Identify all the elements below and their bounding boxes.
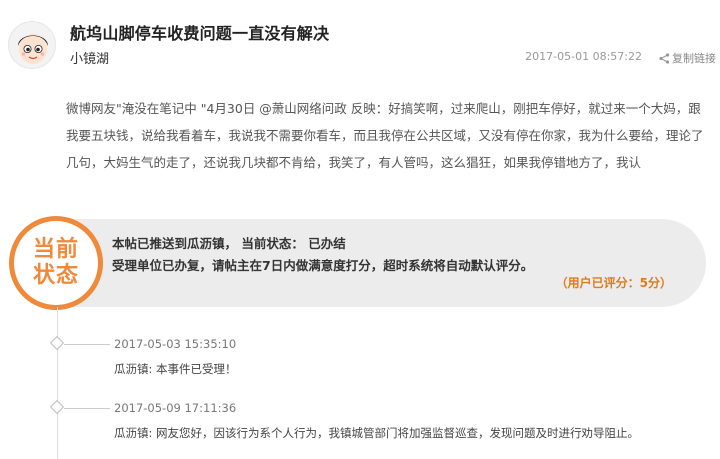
badge-label-line1: 当前 — [32, 237, 79, 262]
timeline-time: 2017-05-03 15:35:10 — [114, 337, 237, 351]
cartoon-avatar-icon — [9, 22, 55, 68]
status-reply-info: 受理单位已办复，请帖主在7日内做满意度打分，超时系统将自动默认评分。 — [112, 258, 534, 273]
user-rating: （用户已评分：5分） — [555, 276, 672, 290]
timeline-connector — [64, 408, 110, 409]
post-title: 航坞山脚停车收费问题一直没有解决 — [70, 24, 330, 43]
copy-link-button[interactable]: 复制链接 — [659, 50, 716, 66]
current-status-badge: 当前 状态 — [9, 216, 103, 310]
timeline-connector — [64, 344, 110, 345]
timeline-line — [57, 307, 58, 459]
avatar[interactable] — [8, 21, 56, 69]
timeline-entry-text: 瓜沥镇: 本事件已受理！ — [114, 362, 237, 376]
post-content: 微博网友"淹没在笔记中 "4月30日 @萧山网络问政 反映：好搞笑啊，过来爬山，… — [66, 101, 704, 170]
timeline-marker — [49, 335, 65, 351]
share-icon — [659, 52, 670, 64]
post-timestamp: 2017-05-01 08:57:22 — [525, 50, 642, 63]
timeline-marker — [49, 399, 65, 415]
status-push-info: 本帖已推送到瓜沥镇， 当前状态： 已办结 — [112, 236, 346, 251]
badge-label-line2: 状态 — [32, 263, 79, 288]
timeline-entry-text: 瓜沥镇: 网友您好，因该行为系个人行为，我镇城管部门将加强监督巡查，发现问题及时… — [114, 426, 640, 440]
status-card: 本帖已推送到瓜沥镇， 当前状态： 已办结 受理单位已办复，请帖主在7日内做满意度… — [46, 219, 706, 307]
timeline-time: 2017-05-09 17:11:36 — [114, 401, 237, 415]
post-page: 航坞山脚停车收费问题一直没有解决 小镜湖 2017-05-01 08:57:22… — [0, 0, 720, 459]
copy-link-label: 复制链接 — [672, 52, 716, 65]
author-name[interactable]: 小镜湖 — [70, 48, 109, 67]
